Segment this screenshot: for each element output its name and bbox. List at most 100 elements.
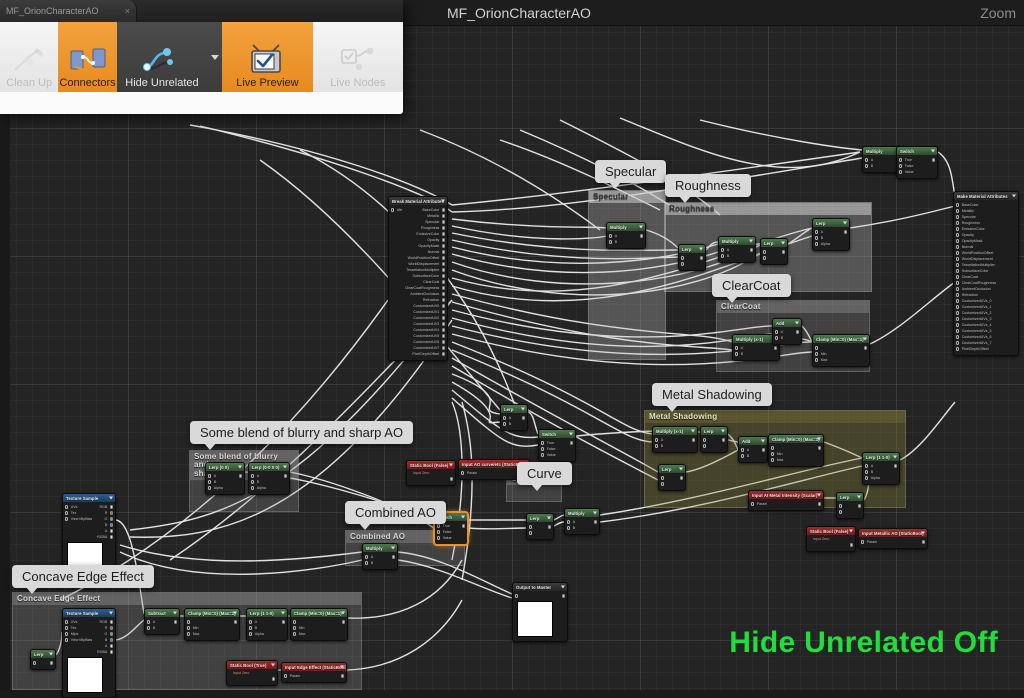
chevron-down-icon[interactable]	[461, 515, 465, 519]
output-pin[interactable]	[849, 543, 853, 547]
chevron-down-icon[interactable]	[173, 611, 177, 615]
node-make-material-attributes[interactable]: Make Material Attributes BaseColor Metalli…	[953, 191, 1019, 356]
node-output-to-master[interactable]: Output to Master	[512, 582, 568, 642]
chevron-down-icon[interactable]	[817, 493, 821, 497]
output-pin[interactable]	[441, 352, 445, 356]
output-pin[interactable]	[863, 346, 867, 350]
output-pin[interactable]	[109, 505, 113, 509]
output-pin[interactable]	[521, 416, 525, 420]
input-pin[interactable]	[661, 482, 665, 486]
output-pin[interactable]	[441, 268, 445, 272]
output-pin[interactable]	[441, 274, 445, 278]
node-switch-top[interactable]: Switch True False Value	[896, 146, 938, 179]
chevron-down-icon[interactable]	[781, 241, 785, 245]
chevron-down-icon[interactable]	[843, 221, 847, 225]
output-pin[interactable]	[795, 330, 799, 334]
output-pin[interactable]	[441, 226, 445, 230]
chevron-down-icon[interactable]	[795, 321, 799, 325]
chevron-down-icon[interactable]	[857, 495, 861, 499]
chevron-down-icon[interactable]	[863, 337, 867, 341]
output-pin[interactable]	[441, 286, 445, 290]
output-pin[interactable]	[749, 248, 753, 252]
node-input-ai-metal-intensity[interactable]: Input AI Metal Intensity (Scalar) Param	[748, 490, 824, 511]
output-pin[interactable]	[109, 517, 113, 521]
node-multiply-mid[interactable]: Multiply A B	[564, 508, 600, 535]
input-pin[interactable]	[33, 661, 37, 665]
output-pin[interactable]	[109, 511, 113, 515]
hide-unrelated-button[interactable]: Hide Unrelated	[116, 22, 208, 92]
output-pin[interactable]	[441, 262, 445, 266]
chevron-down-icon[interactable]	[817, 437, 821, 441]
chevron-down-icon[interactable]	[283, 465, 287, 469]
node-static-bool-false-1[interactable]: Static Bool (False) Input Zero	[406, 460, 456, 486]
chevron-down-icon[interactable]	[639, 225, 643, 229]
chevron-down-icon[interactable]	[691, 429, 695, 433]
node-lerp-tex[interactable]: Lerp	[30, 649, 56, 670]
output-pin[interactable]	[441, 346, 445, 350]
node-multiply-r1[interactable]: Multiply A B	[718, 236, 756, 263]
input-pin[interactable]	[529, 525, 533, 529]
input-pin[interactable]	[187, 620, 191, 624]
output-pin[interactable]	[441, 244, 445, 248]
chevron-down-icon[interactable]	[849, 529, 853, 533]
chevron-down-icon[interactable]	[449, 463, 453, 467]
toolbar[interactable]: Clean Up Connectors Hide Unrelated Live …	[0, 22, 403, 92]
node-lerp-ms3[interactable]: Lerp (1 1-0) A B Alpha	[862, 452, 900, 485]
chevron-down-icon[interactable]	[679, 467, 683, 471]
input-pin[interactable]	[839, 510, 843, 514]
chevron-down-icon[interactable]	[761, 439, 765, 443]
output-pin[interactable]	[441, 256, 445, 260]
output-pin[interactable]	[449, 477, 453, 481]
node-lerp-ms1[interactable]: Lerp	[700, 426, 728, 453]
node-clamp-ms[interactable]: Clamp (Min=0) (Max=1) Min Max	[768, 434, 824, 467]
chevron-down-icon[interactable]	[340, 665, 344, 669]
node-lerp-blur-2[interactable]: Lerp (0-0 0 0) A B Alpha	[248, 462, 290, 495]
chevron-down-icon[interactable]	[281, 611, 285, 615]
chevron-down-icon[interactable]	[233, 611, 237, 615]
chevron-down-icon[interactable]	[593, 511, 597, 515]
chevron-down-icon[interactable]	[521, 407, 525, 411]
output-pin[interactable]	[271, 677, 275, 681]
node-subtract-1[interactable]: Subtract A B	[144, 608, 180, 635]
chevron-down-icon[interactable]	[561, 585, 565, 589]
output-pin[interactable]	[109, 523, 113, 527]
node-lerp-ms2[interactable]: Lerp	[658, 464, 686, 491]
output-pin[interactable]	[441, 292, 445, 296]
output-pin[interactable]	[691, 438, 695, 442]
node-switch-curve[interactable]: Switch True False Value	[538, 429, 576, 462]
input-pin[interactable]	[681, 262, 685, 266]
node-lerp-e1[interactable]: Lerp (1 1-0) A B Alpha	[246, 608, 288, 641]
input-pin[interactable]	[703, 438, 707, 442]
node-input-metallic-ao[interactable]: Input Metallic AO (StaticBool) Param	[858, 528, 928, 549]
input-pin[interactable]	[815, 346, 819, 350]
close-icon[interactable]: ×	[125, 6, 130, 16]
connectors-button[interactable]: Connectors	[58, 22, 117, 92]
input-pin[interactable]	[771, 446, 775, 450]
output-pin[interactable]	[441, 304, 445, 308]
chevron-down-icon[interactable]	[547, 516, 551, 520]
node-lerp-r1[interactable]: Lerp	[678, 244, 706, 271]
input-pin[interactable]	[293, 620, 297, 624]
output-pin[interactable]	[173, 620, 177, 624]
node-clamp-e2[interactable]: Clamp (Min=0) (Max=1) Min Max	[290, 608, 348, 641]
input-pin[interactable]	[661, 476, 665, 480]
node-lerp-ms4[interactable]: Lerp	[836, 492, 864, 519]
output-pin[interactable]	[441, 280, 445, 284]
node-lerp-ao-mid[interactable]: Lerp A B	[500, 404, 528, 431]
output-pin[interactable]	[109, 638, 113, 642]
live-preview-button[interactable]: Live Preview	[222, 22, 313, 92]
input-pin[interactable]	[763, 256, 767, 260]
input-pin[interactable]	[515, 594, 519, 598]
node-static-bool-true[interactable]: Static Bool (True) Input Zero	[226, 660, 278, 686]
chevron-down-icon[interactable]	[271, 663, 275, 667]
chevron-down-icon[interactable]	[931, 149, 935, 153]
chevron-down-icon[interactable]	[921, 531, 925, 535]
output-pin[interactable]	[441, 298, 445, 302]
output-pin[interactable]	[441, 340, 445, 344]
chevron-down-icon[interactable]	[441, 199, 445, 203]
node-add-ms[interactable]: Add A B	[738, 436, 768, 463]
output-pin[interactable]	[857, 504, 861, 508]
output-pin[interactable]	[593, 520, 597, 524]
output-pin[interactable]	[441, 238, 445, 242]
toolbar-panel[interactable]: MF_OrionCharacterAO × Clean Up Connector…	[0, 0, 403, 114]
